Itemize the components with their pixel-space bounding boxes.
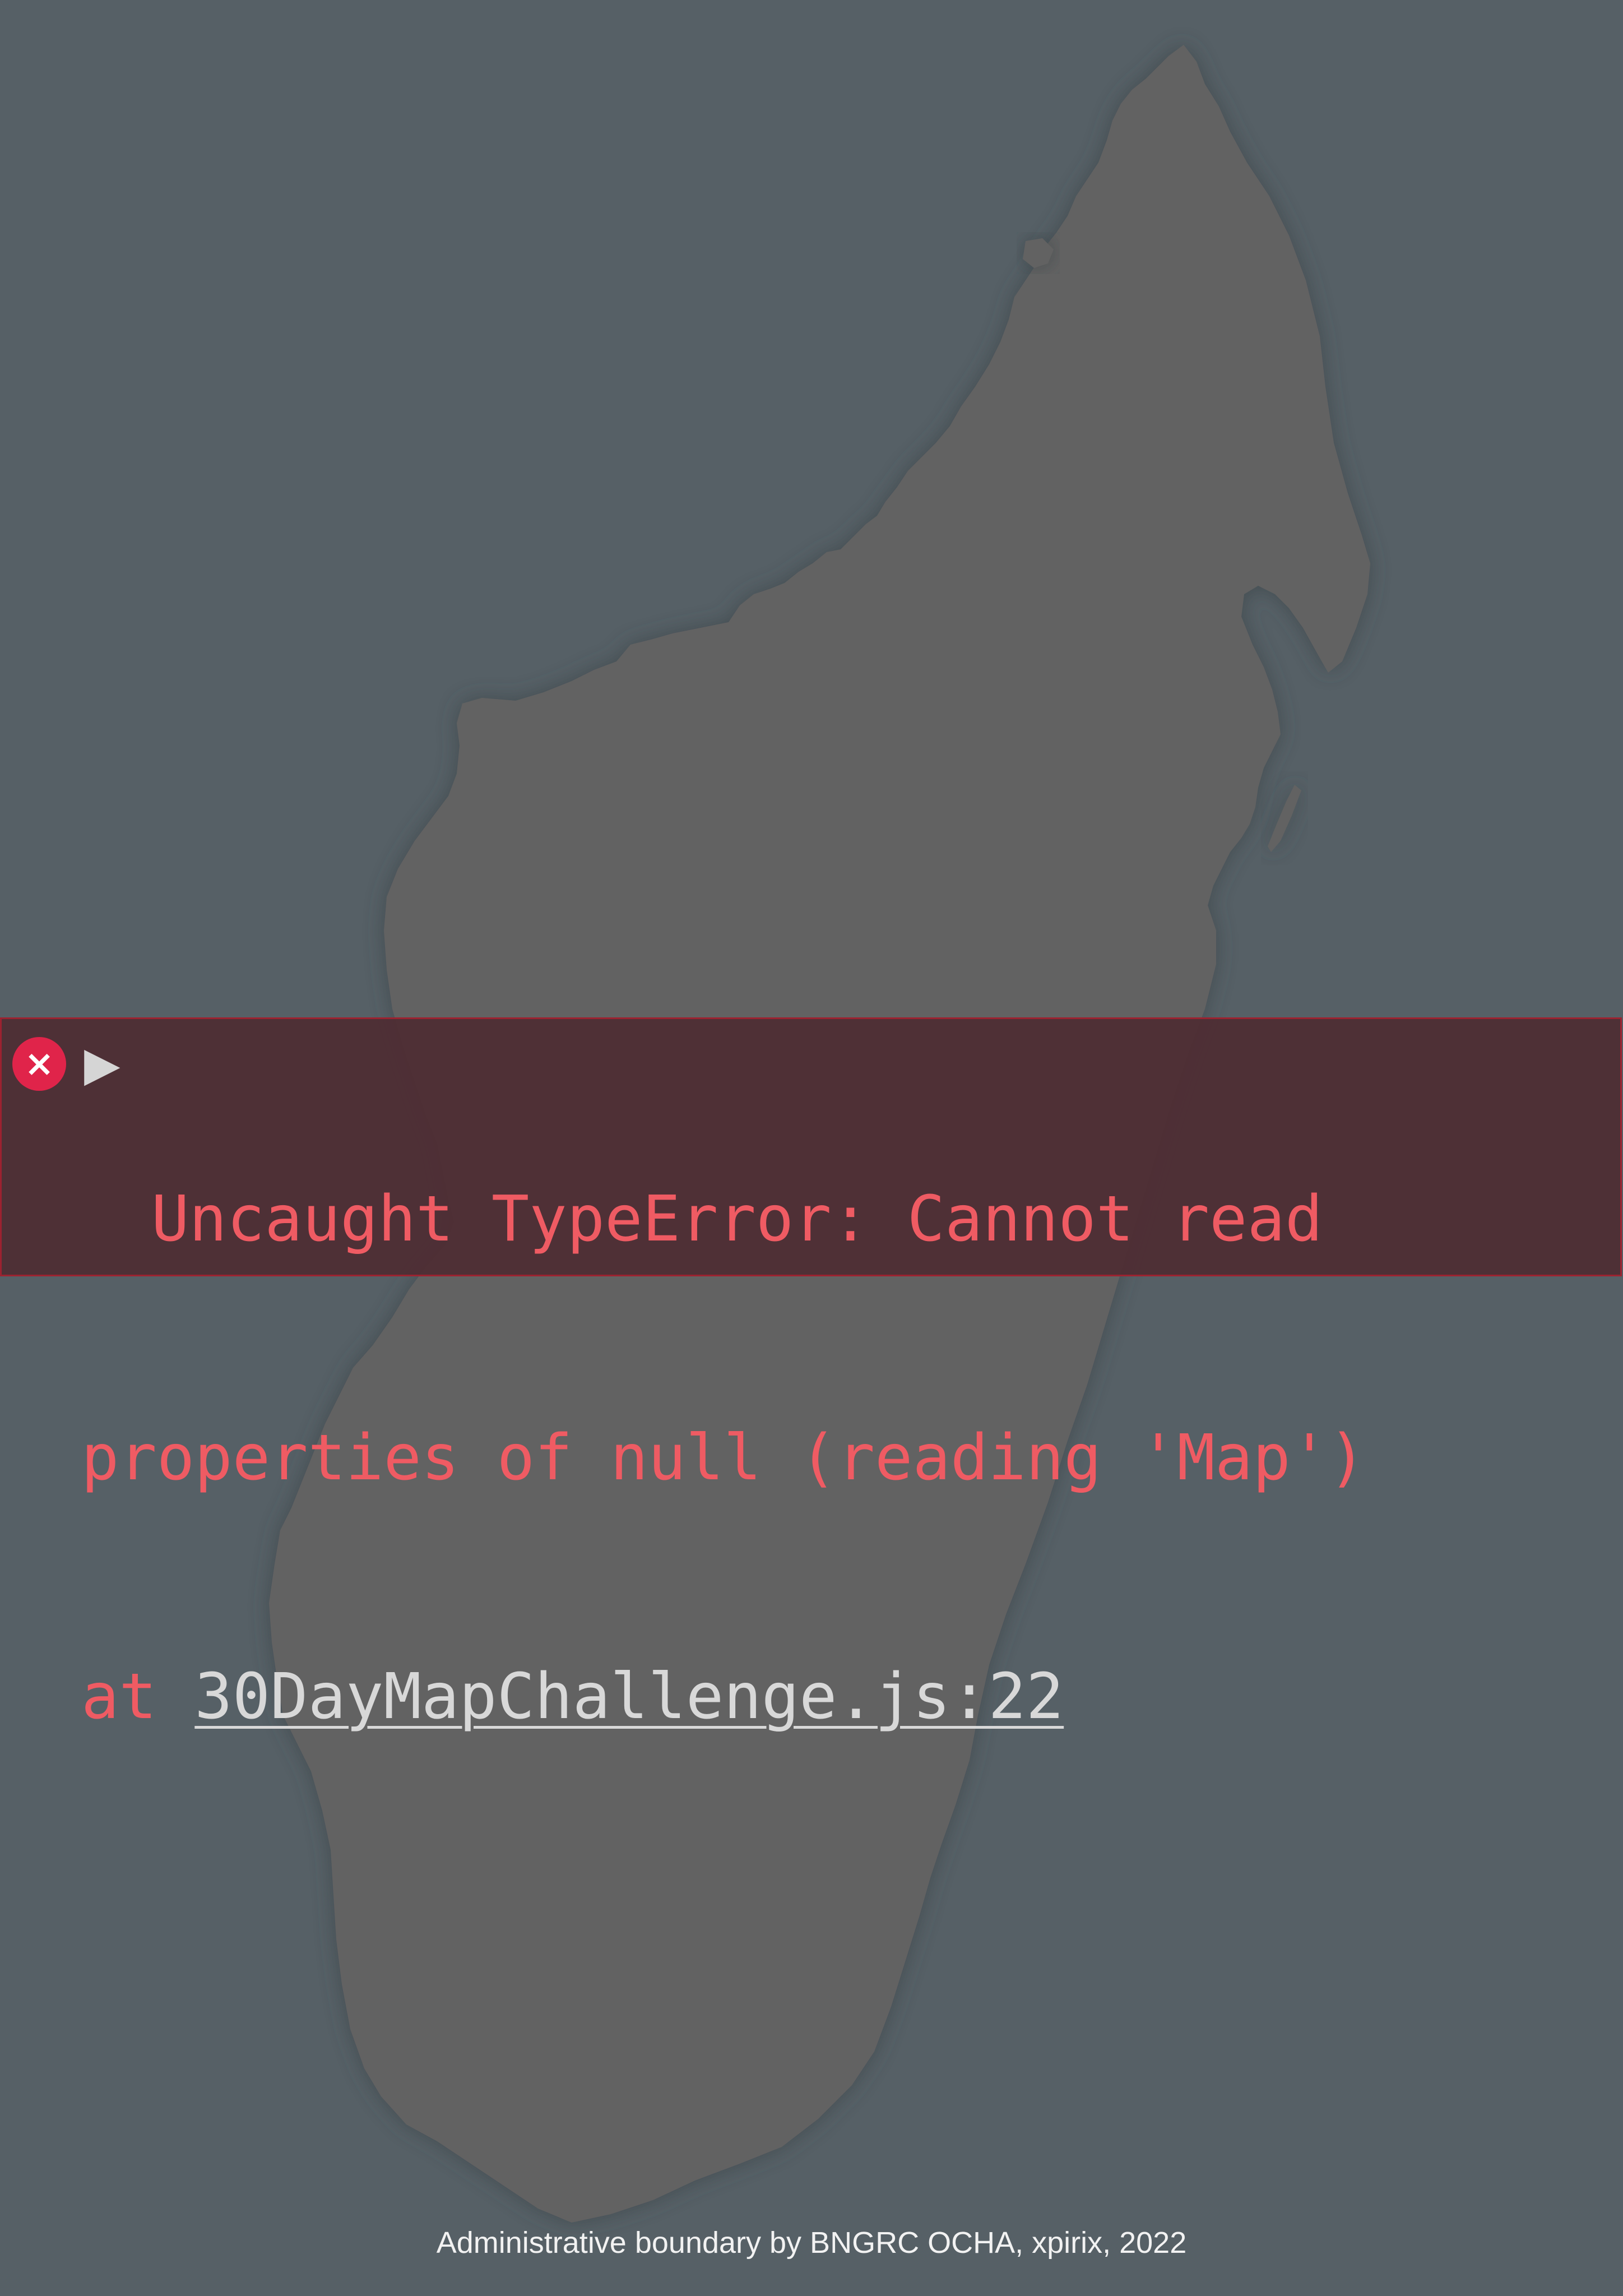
sainte-marie-island xyxy=(1268,785,1301,852)
error-x-icon: × xyxy=(12,1037,66,1091)
attribution-text: Administrative boundary by BNGRC OCHA, x… xyxy=(436,2226,1187,2260)
console-error-message: Uncaught TypeError: Cannot read properti… xyxy=(81,1020,1594,1896)
error-line-1: Uncaught TypeError: Cannot read xyxy=(151,1183,1323,1256)
error-location-prefix: at xyxy=(81,1660,195,1733)
source-file-link[interactable]: 30DayMapChallenge.js:22 xyxy=(194,1660,1064,1733)
error-line-3: at 30DayMapChallenge.js:22 xyxy=(81,1657,1594,1737)
map-canvas: × ▶ Uncaught TypeError: Cannot read prop… xyxy=(0,0,1623,2296)
error-line-2: properties of null (reading 'Map') xyxy=(81,1422,1366,1494)
